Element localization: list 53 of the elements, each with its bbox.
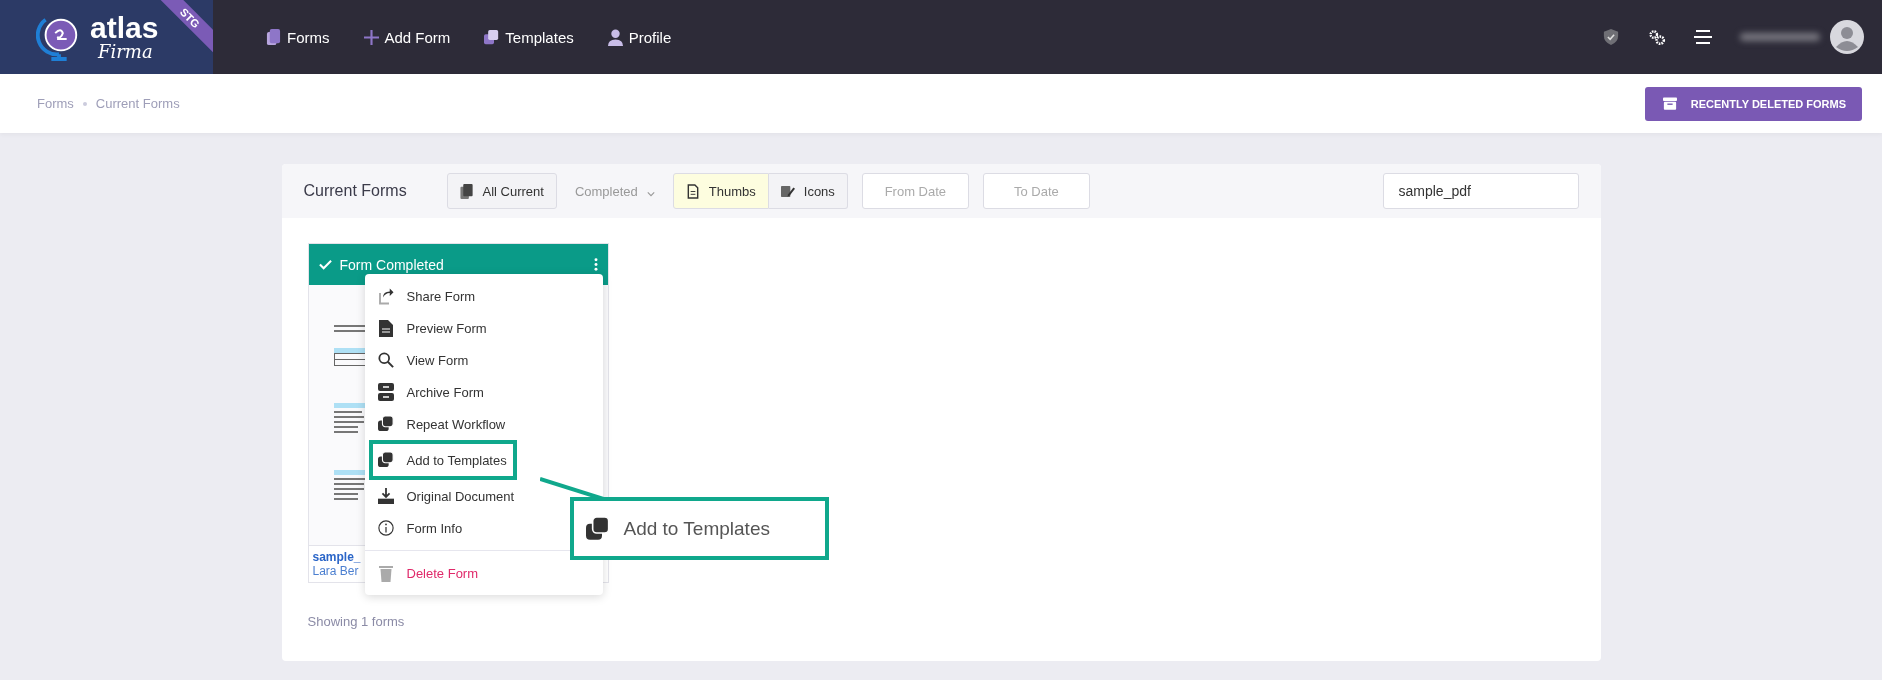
filter-button[interactable]: Thumbs [672,173,769,209]
archive-box-icon [1662,97,1677,110]
stacked-squares-icon [377,451,394,469]
menu-icon[interactable] [1694,29,1712,45]
nav-link[interactable]: Add Form [363,28,451,46]
kebab-menu-icon[interactable] [593,258,598,271]
search-icon [377,351,394,369]
forms-count: Showing 1 forms [307,614,406,629]
search-field[interactable]: sample_pdf [1382,173,1579,209]
form-name: sample_ [312,550,361,564]
logo-wordmark: atlas [90,13,159,43]
plus-icon [363,28,379,46]
documents-icon [459,183,474,199]
document-icon [685,183,700,199]
nav-link[interactable]: Profile [607,28,672,46]
menu-item[interactable]: Form Info [364,512,471,544]
avatar-icon[interactable] [1830,20,1864,54]
menu-item[interactable]: Add to Templates [368,440,517,480]
panel-title: Current Forms [303,182,408,200]
breadcrumb-separator [82,101,87,106]
pdf-file-icon [377,319,394,337]
download-tray-icon [377,487,394,505]
menu-item[interactable]: Preview Form [364,312,495,344]
checkmark-icon [318,259,332,270]
shield-check-icon[interactable] [1602,29,1620,45]
caret-icon [646,190,655,197]
stacked-squares-icon [377,415,394,433]
to-date-field[interactable]: To Date [982,173,1090,209]
document-pencil-icon [780,183,795,199]
archive-drawers-icon [377,383,394,401]
logo-subtitle: Firma [98,43,154,61]
trash-icon [377,564,394,582]
nav-link[interactable]: Forms [266,28,330,46]
menu-item[interactable]: Share Form [364,280,484,312]
from-date-field[interactable]: From Date [861,173,969,209]
callout-label: Add to Templates [623,517,770,540]
filter-button[interactable]: Icons [768,173,848,209]
user-icon [607,28,623,46]
documents-icon [266,28,281,46]
form-owner: Lara Ber [312,564,359,578]
form-status: Form Completed [339,256,444,273]
menu-item[interactable]: Original Document [364,480,523,512]
menu-item[interactable]: Archive Form [364,376,492,408]
stacked-squares-icon [484,28,500,46]
recently-deleted-button[interactable]: RECENTLY DELETED FORMS [1644,86,1862,121]
menu-item[interactable]: Repeat Workflow [364,408,514,440]
stacked-squares-icon [585,516,610,541]
filter-button[interactable]: All Current [446,173,557,209]
settings-icon[interactable] [1648,29,1666,45]
menu-item[interactable]: View Form [364,344,477,376]
nav-link[interactable]: Templates [484,28,574,46]
share-arrow-icon [377,287,394,305]
info-icon [377,519,394,537]
